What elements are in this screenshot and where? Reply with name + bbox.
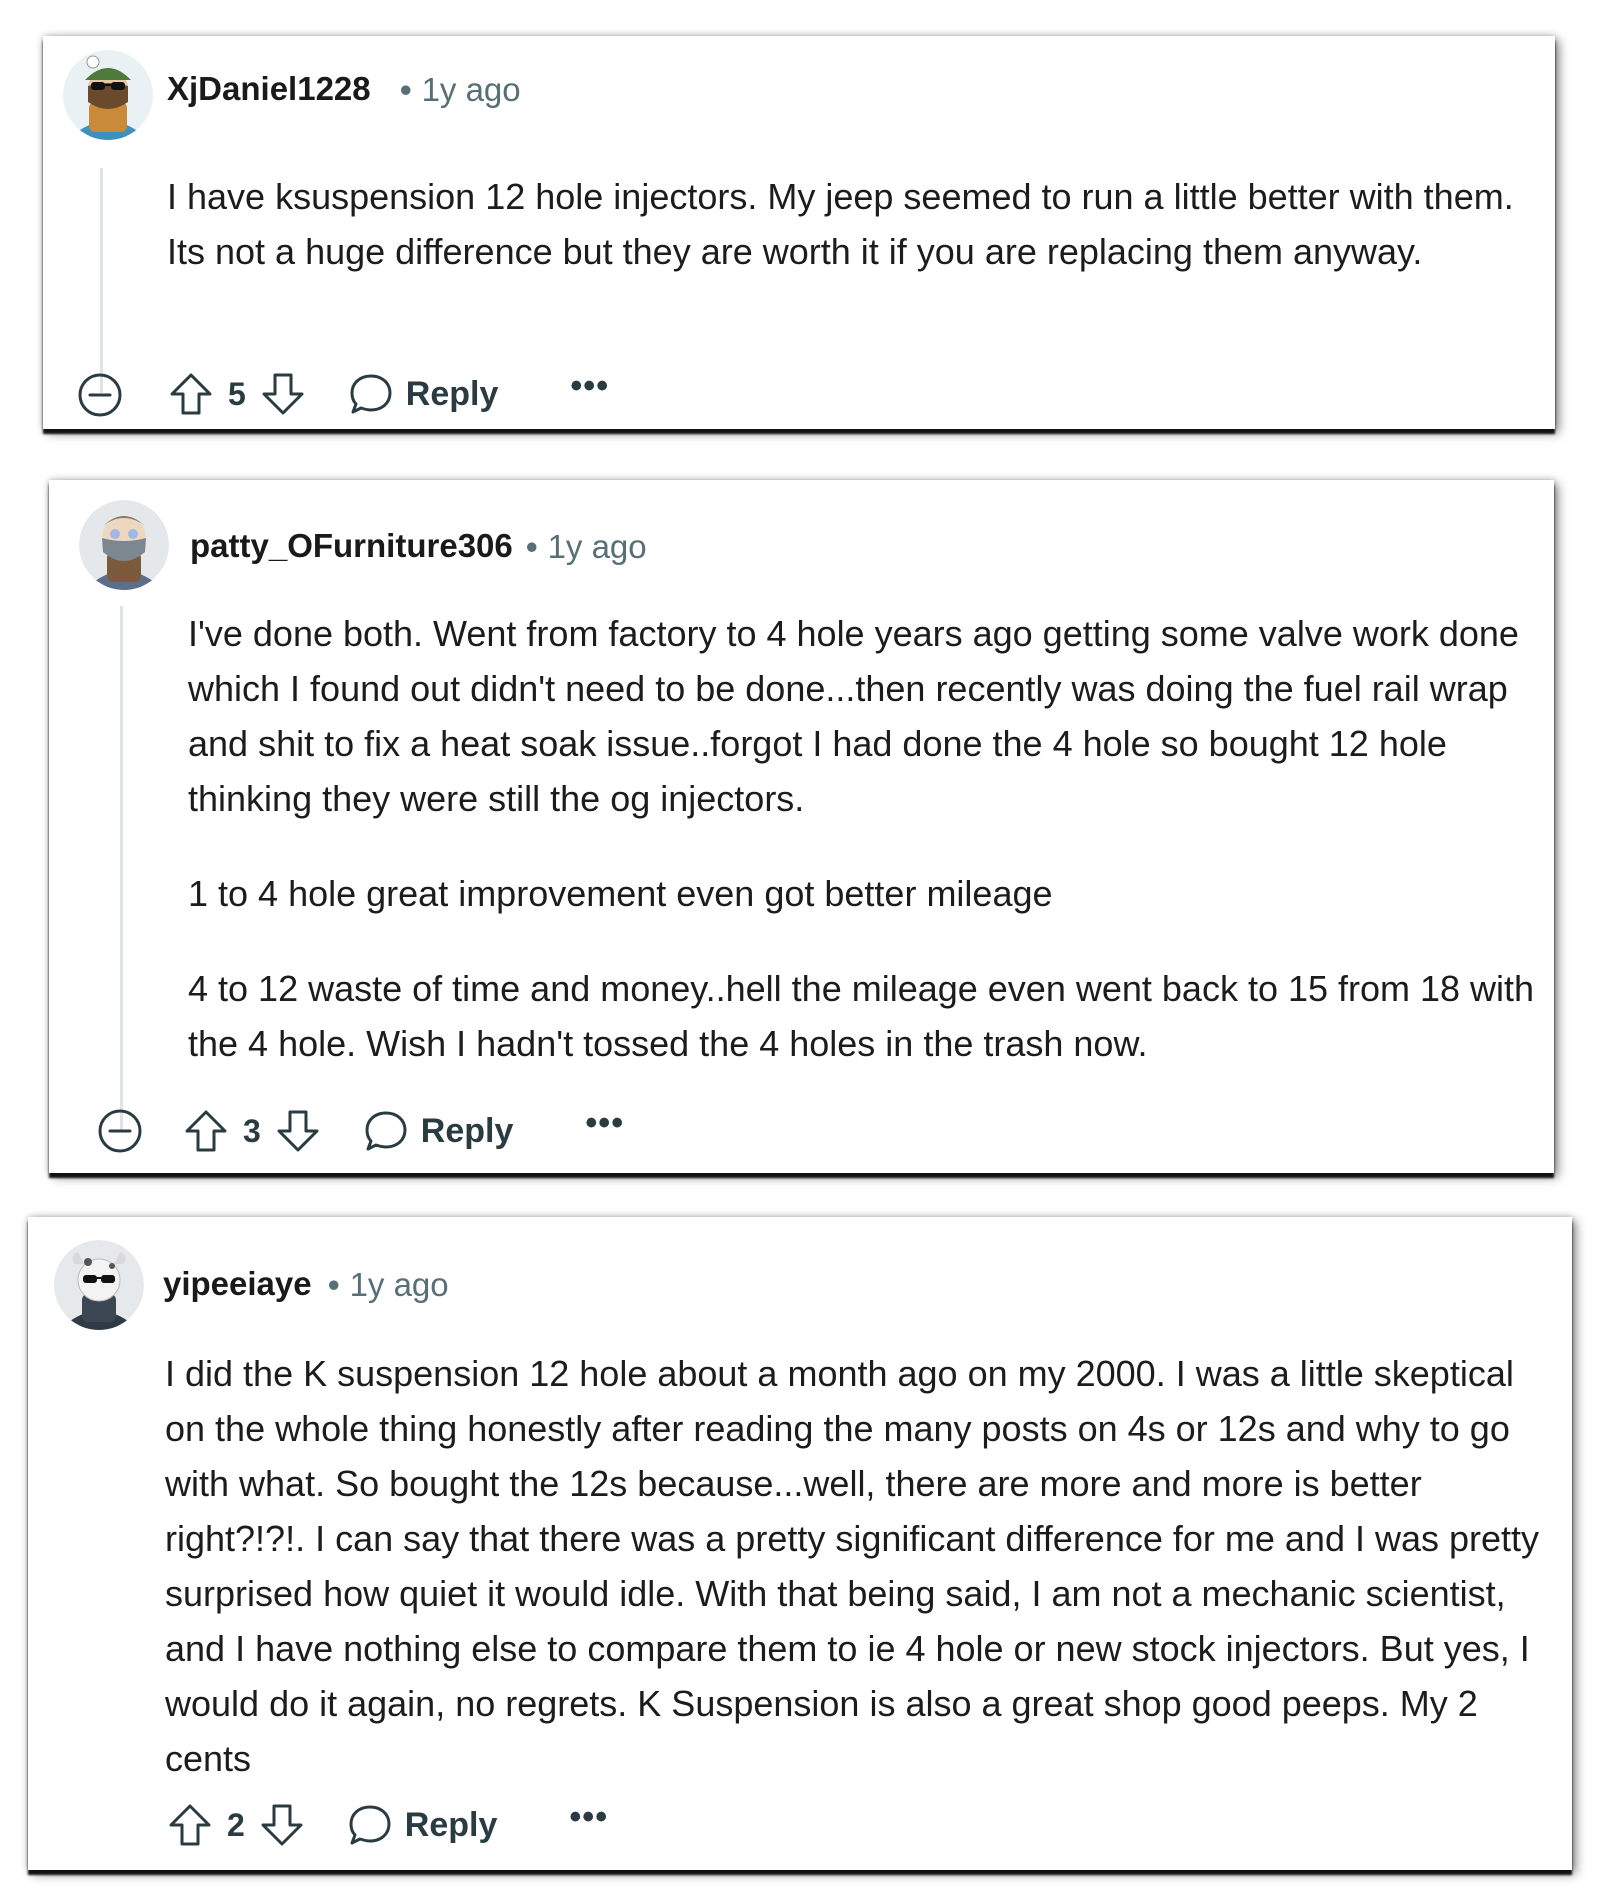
more-options-button[interactable]: •••	[585, 1106, 624, 1140]
comment-bubble-icon	[365, 1111, 407, 1151]
comment-card: yipeeiaye • 1y ago I did the K suspension…	[28, 1217, 1572, 1870]
downvote-button[interactable]	[275, 1108, 321, 1154]
reply-button[interactable]: Reply	[347, 1802, 498, 1848]
collapse-button[interactable]	[96, 1107, 144, 1160]
collapse-button[interactable]	[76, 371, 124, 424]
comment-paragraph: I have ksuspension 12 hole injectors. My…	[167, 176, 1514, 272]
comment-body: I did the K suspension 12 hole about a m…	[165, 1346, 1555, 1786]
comment-actions: 5 Reply •••	[168, 366, 609, 422]
reply-label: Reply	[420, 1111, 514, 1150]
comment-meta: • 1y ago	[400, 71, 521, 109]
comment-bubble-icon	[350, 374, 392, 414]
downvote-button[interactable]	[260, 371, 306, 417]
user-avatar[interactable]	[63, 50, 153, 140]
comment-body: I have ksuspension 12 hole injectors. My…	[167, 169, 1539, 279]
comment-bubble-icon	[349, 1805, 391, 1845]
comment-actions: 2 Reply •••	[167, 1797, 608, 1853]
vote-count: 3	[243, 1112, 261, 1149]
upvote-arrow-icon	[170, 373, 212, 415]
thread-line[interactable]	[120, 606, 123, 1131]
user-avatar[interactable]	[79, 500, 169, 590]
reply-label: Reply	[404, 1805, 498, 1844]
snoo-avatar-beanie-sunglasses-icon	[63, 50, 153, 140]
downvote-arrow-icon	[261, 1804, 303, 1846]
reply-button[interactable]: Reply	[348, 371, 499, 417]
thread-line[interactable]	[100, 168, 103, 393]
comment-paragraph: 1 to 4 hole great improvement even got b…	[188, 873, 1053, 914]
upvote-arrow-icon	[169, 1804, 211, 1846]
upvote-button[interactable]	[168, 371, 214, 417]
upvote-button[interactable]	[183, 1108, 229, 1154]
downvote-button[interactable]	[259, 1802, 305, 1848]
username[interactable]: XjDaniel1228	[167, 70, 371, 108]
comment-paragraph: 4 to 12 waste of time and money..hell th…	[188, 968, 1535, 1064]
reply-button[interactable]: Reply	[363, 1108, 514, 1154]
collapse-minus-icon	[98, 1109, 142, 1153]
downvote-arrow-icon	[262, 373, 304, 415]
meta-separator: •	[328, 1266, 340, 1303]
comment-actions: 3 Reply •••	[183, 1103, 624, 1159]
upvote-button[interactable]	[167, 1802, 213, 1848]
timestamp[interactable]: 1y ago	[350, 1266, 449, 1303]
comment-meta: • 1y ago	[328, 1266, 449, 1304]
comment-paragraph: I did the K suspension 12 hole about a m…	[165, 1353, 1540, 1779]
comment-body: I've done both. Went from factory to 4 h…	[188, 606, 1538, 1071]
vote-count: 2	[227, 1806, 245, 1843]
user-avatar[interactable]	[54, 1240, 144, 1330]
comment-paragraph: I've done both. Went from factory to 4 h…	[188, 613, 1519, 819]
username[interactable]: patty_OFurniture306	[190, 527, 513, 565]
snoo-avatar-bearded-icon	[79, 500, 169, 590]
username[interactable]: yipeeiaye	[163, 1265, 312, 1303]
reply-label: Reply	[405, 374, 499, 413]
timestamp[interactable]: 1y ago	[548, 528, 647, 565]
collapse-minus-icon	[78, 373, 122, 417]
comment-card: patty_OFurniture306 • 1y ago I've done bo…	[49, 480, 1554, 1173]
downvote-arrow-icon	[277, 1110, 319, 1152]
upvote-arrow-icon	[185, 1110, 227, 1152]
more-options-button[interactable]: •••	[570, 369, 609, 403]
vote-count: 5	[228, 375, 246, 412]
meta-separator: •	[526, 528, 538, 565]
comment-card: XjDaniel1228 • 1y ago I have ksuspension …	[43, 36, 1555, 429]
meta-separator: •	[400, 71, 412, 108]
more-options-button[interactable]: •••	[569, 1800, 608, 1834]
timestamp[interactable]: 1y ago	[422, 71, 521, 108]
snoo-avatar-cow-sunglasses-icon	[54, 1240, 144, 1330]
comment-meta: • 1y ago	[526, 528, 647, 566]
